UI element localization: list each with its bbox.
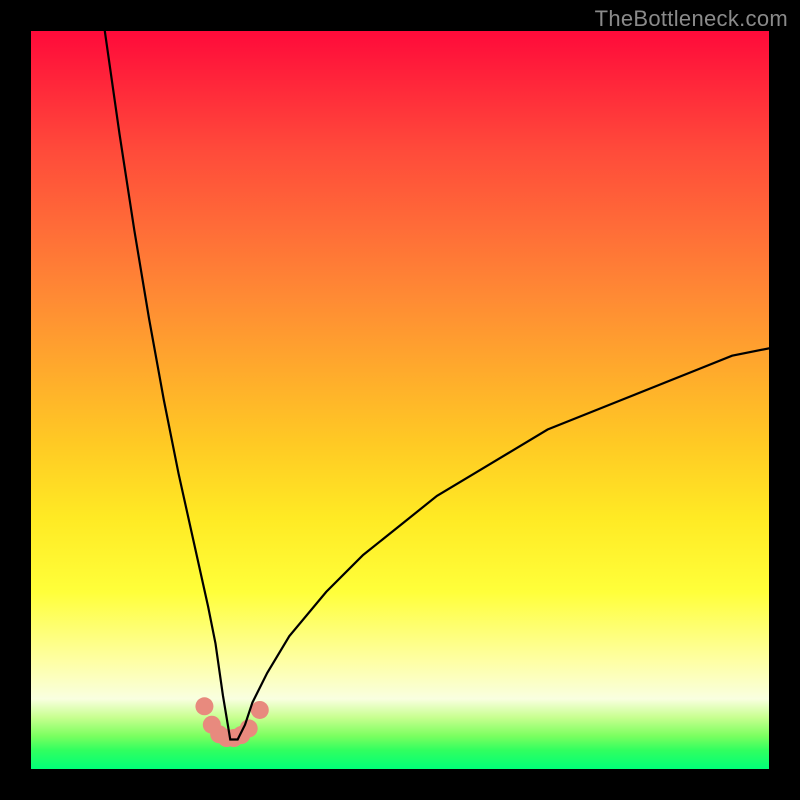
bottleneck-curve-path: [105, 31, 769, 739]
curve-marker: [251, 701, 269, 719]
chart-frame: TheBottleneck.com: [0, 0, 800, 800]
chart-plot-area: [31, 31, 769, 769]
curve-marker: [195, 697, 213, 715]
watermark-text: TheBottleneck.com: [595, 6, 788, 32]
bottleneck-curve-svg: [31, 31, 769, 769]
